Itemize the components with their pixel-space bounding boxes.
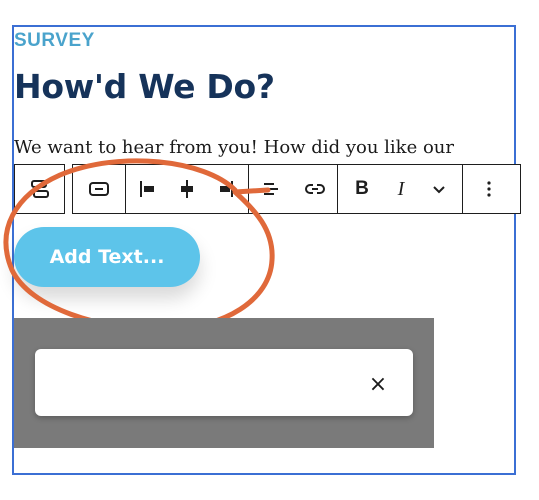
more-options-icon[interactable] (463, 165, 515, 213)
italic-button[interactable]: I (386, 165, 416, 213)
close-icon[interactable]: × (369, 374, 387, 396)
bold-button[interactable]: B (338, 165, 386, 213)
chevron-down-icon[interactable] (416, 165, 462, 213)
link-icon[interactable] (293, 165, 337, 213)
page-heading: How'd We Do? (14, 67, 275, 106)
annotation-circle-icon (3, 158, 275, 333)
modal-dialog (35, 349, 413, 416)
section-eyebrow: SURVEY (14, 30, 95, 51)
